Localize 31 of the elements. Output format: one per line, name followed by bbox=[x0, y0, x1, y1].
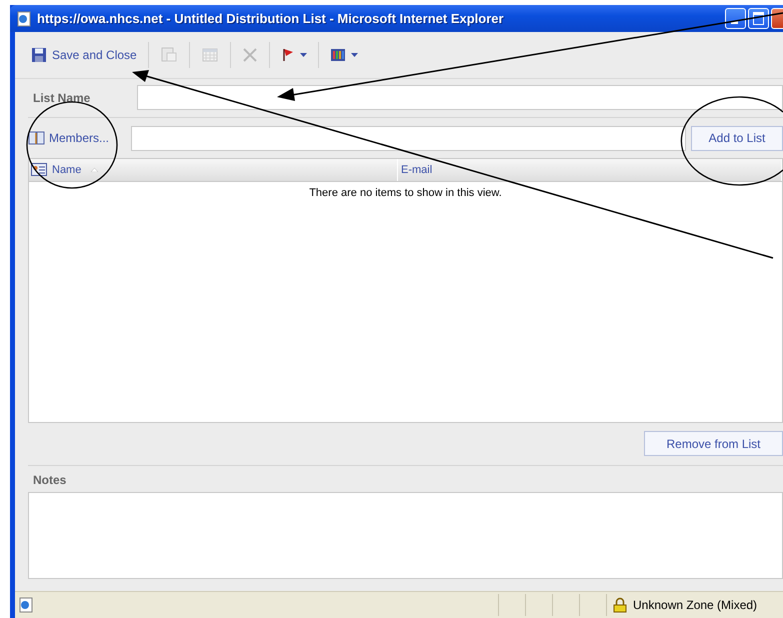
flag-icon bbox=[280, 47, 295, 63]
list-name-label: List Name bbox=[32, 90, 92, 104]
categories-icon bbox=[330, 47, 346, 63]
caret-icon bbox=[300, 53, 307, 57]
close-button[interactable] bbox=[771, 8, 783, 29]
contact-card-icon bbox=[31, 163, 47, 176]
notes-field[interactable] bbox=[28, 492, 783, 580]
column-header[interactable]: E-mail bbox=[398, 158, 782, 181]
members-button[interactable]: Members... bbox=[28, 126, 131, 151]
document-icon bbox=[160, 46, 178, 64]
security-zone: Unknown Zone (Mixed) bbox=[633, 598, 758, 612]
column-header[interactable]: Name bbox=[49, 158, 398, 181]
delete-icon bbox=[242, 47, 258, 63]
sort-ascending-icon bbox=[91, 168, 98, 172]
address-book-icon bbox=[28, 131, 45, 146]
members-field[interactable] bbox=[131, 126, 686, 151]
lock-icon bbox=[613, 597, 627, 613]
list-name-field[interactable] bbox=[137, 85, 783, 110]
add-to-list-button[interactable]: Add to List bbox=[691, 126, 783, 151]
browser-icon bbox=[18, 597, 34, 613]
notes-label: Notes bbox=[32, 473, 68, 488]
save-and-close-button[interactable]: Save and Close bbox=[25, 42, 143, 68]
browser-icon bbox=[16, 10, 32, 26]
calendar-icon bbox=[200, 46, 219, 64]
minimize-button[interactable] bbox=[725, 8, 746, 29]
empty-message: There are no items to show in this view. bbox=[308, 186, 503, 199]
window-title: https://owa.nhcs.net - Untitled Distribution List - Microsoft Internet Explorer bbox=[37, 11, 505, 26]
remove-from-list-button[interactable]: Remove from List bbox=[644, 431, 783, 456]
maximize-button[interactable] bbox=[748, 8, 769, 29]
save-icon bbox=[31, 47, 47, 63]
caret-icon bbox=[350, 53, 358, 57]
